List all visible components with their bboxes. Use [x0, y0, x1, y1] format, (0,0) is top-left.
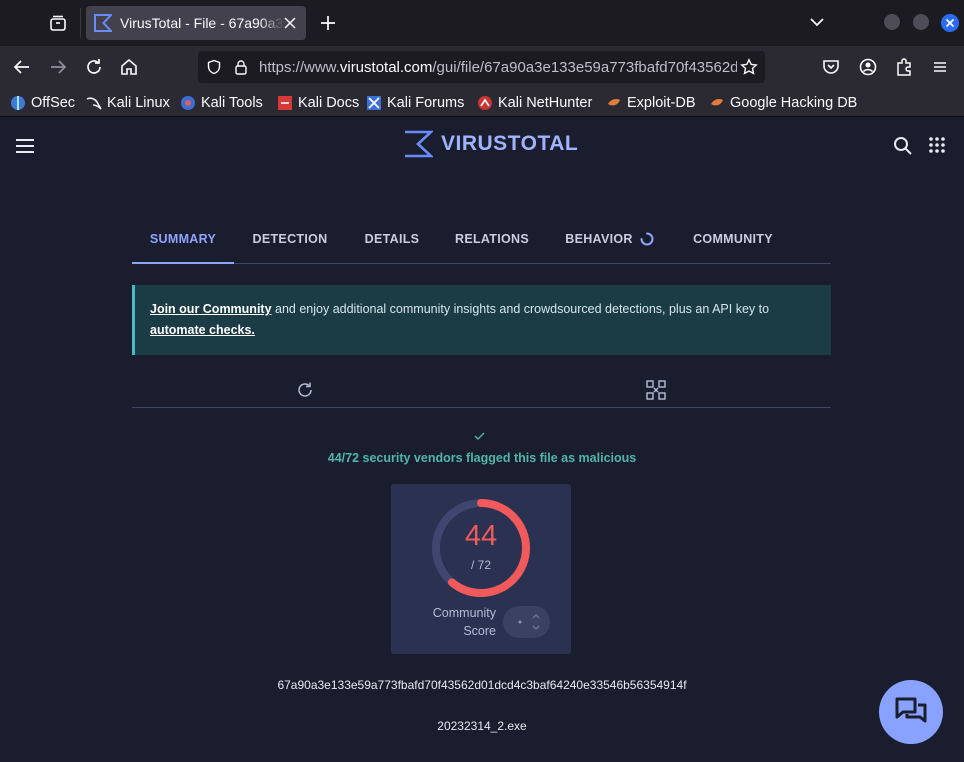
menu-icon[interactable]: [929, 56, 951, 78]
detection-summary: 44/72 security vendors flagged this file…: [327, 451, 637, 465]
community-score-label: Community Score: [418, 604, 496, 640]
virustotal-page: VIRUSTOTAL SUMMARY DETECTION DETAILS REL…: [0, 117, 964, 762]
tab-behavior[interactable]: BEHAVIOR: [560, 221, 638, 264]
kali-nethunter-icon: [478, 96, 492, 110]
check-icon: [474, 432, 485, 440]
bookmark-kali-forums[interactable]: Kali Forums: [366, 93, 464, 113]
pocket-icon[interactable]: [820, 56, 842, 78]
engine-total: / 72: [470, 558, 491, 572]
bookmark-google-hacking-db[interactable]: Google Hacking DB: [709, 93, 857, 113]
lock-icon[interactable]: [233, 59, 249, 75]
loading-spinner-icon: [640, 232, 654, 246]
url-bar[interactable]: https://www.virustotal.com/gui/file/67a9…: [198, 51, 765, 83]
bookmark-label: Google Hacking DB: [730, 95, 858, 111]
active-tab[interactable]: VirusTotal - File - 67a90a3e133e59a773fb…: [86, 6, 306, 40]
forward-icon[interactable]: [47, 56, 69, 78]
tab-community[interactable]: COMMUNITY: [688, 221, 778, 264]
ghdb-icon: [711, 99, 723, 106]
bookmark-kali-tools[interactable]: Kali Tools: [180, 93, 263, 113]
reanalyze-icon[interactable]: [295, 380, 315, 400]
kali-dragon-icon: [86, 97, 102, 110]
chevron-down-icon[interactable]: [807, 12, 827, 32]
close-icon: [945, 18, 955, 28]
report-tabs: SUMMARY DETECTION DETAILS RELATIONS BEHA…: [132, 221, 831, 264]
hamburger-menu-icon[interactable]: [15, 138, 35, 154]
search-icon[interactable]: [893, 136, 913, 156]
exploit-db-icon: [608, 99, 620, 106]
bookmark-label: Kali Linux: [107, 95, 170, 111]
bookmark-offsec[interactable]: OffSec: [10, 93, 75, 113]
kali-tools-icon: [181, 96, 195, 110]
logo-text: VIRUSTOTAL: [441, 132, 579, 155]
community-vote-toggle[interactable]: [503, 606, 550, 638]
bookmark-kali-nethunter[interactable]: Kali NetHunter: [477, 93, 592, 113]
bookmark-label: Kali Docs: [298, 95, 360, 111]
join-community-link[interactable]: Join our Community: [150, 302, 272, 316]
close-window-button[interactable]: [941, 14, 959, 32]
tab-details[interactable]: DETAILS: [354, 221, 430, 264]
browser-tab-strip: VirusTotal - File - 67a90a3e133e59a773fb…: [0, 0, 964, 46]
bookmark-kali-linux[interactable]: Kali Linux: [86, 93, 170, 113]
back-icon[interactable]: [11, 56, 33, 78]
chat-button[interactable]: [879, 680, 943, 744]
automate-checks-link[interactable]: automate checks.: [150, 323, 255, 337]
bookmarks-toolbar: OffSec Kali Linux Kali Tools Kali Docs K…: [0, 88, 964, 117]
bookmark-label: Kali Tools: [201, 95, 263, 111]
vote-icon: [518, 614, 540, 630]
shield-icon[interactable]: [206, 59, 222, 75]
tab-detection[interactable]: DETECTION: [244, 221, 336, 264]
community-banner: Join our Community and enjoy additional …: [132, 285, 831, 355]
community-label-line1: Community: [432, 606, 496, 620]
maximize-button[interactable]: [913, 14, 929, 30]
close-tab-icon[interactable]: [282, 15, 298, 31]
virustotal-logo[interactable]: VIRUSTOTAL: [403, 129, 578, 159]
apps-grid-icon[interactable]: [929, 137, 945, 153]
community-label-line2: Score: [463, 624, 496, 638]
bookmark-star-icon[interactable]: [740, 58, 758, 76]
new-tab-icon[interactable]: [317, 12, 339, 34]
offsec-icon: [11, 96, 25, 110]
bookmark-exploit-db[interactable]: Exploit-DB: [606, 93, 696, 113]
account-icon[interactable]: [857, 56, 879, 78]
tab-separator: [80, 8, 81, 38]
minimize-button[interactable]: [884, 14, 900, 30]
reload-icon[interactable]: [83, 56, 105, 78]
detection-count: 44: [464, 520, 498, 552]
chat-icon: [895, 697, 927, 723]
detection-score-card: 44 / 72 Community Score: [391, 484, 571, 654]
bookmark-label: OffSec: [31, 95, 76, 111]
url-text: https://www.virustotal.com/gui/file/67a9…: [259, 59, 737, 76]
virustotal-logo-icon: [405, 130, 433, 158]
virustotal-favicon-icon: [94, 14, 112, 32]
kali-docs-icon: [278, 96, 292, 110]
bookmark-label: Exploit-DB: [627, 95, 696, 111]
bookmark-label: Kali NetHunter: [498, 95, 593, 111]
kali-forums-icon: [367, 96, 381, 110]
tab-summary[interactable]: SUMMARY: [132, 221, 234, 264]
file-hash: 67a90a3e133e59a773fbafd70f43562d01dcd4c3…: [277, 678, 687, 692]
navigation-toolbar: https://www.virustotal.com/gui/file/67a9…: [0, 46, 964, 88]
banner-text: and enjoy additional community insights …: [271, 302, 770, 316]
similar-files-icon[interactable]: [646, 380, 666, 400]
bookmark-label: Kali Forums: [387, 95, 465, 111]
file-name: 20232314_2.exe: [437, 719, 527, 733]
home-icon[interactable]: [118, 56, 140, 78]
tab-list-icon[interactable]: [46, 11, 70, 35]
bookmark-kali-docs[interactable]: Kali Docs: [277, 93, 359, 113]
extensions-icon[interactable]: [893, 56, 915, 78]
tab-relations[interactable]: RELATIONS: [448, 221, 536, 264]
tab-title: VirusTotal - File - 67a90a3e133e59a773fb…: [120, 15, 284, 31]
report-toolbar: [132, 375, 831, 408]
